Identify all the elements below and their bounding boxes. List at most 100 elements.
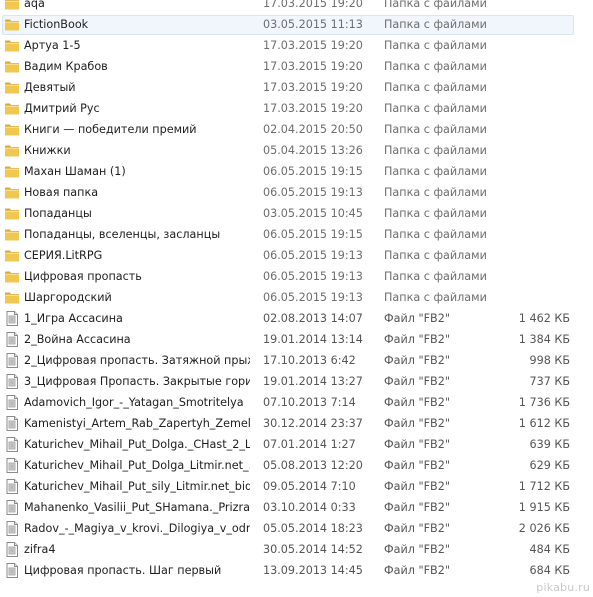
- entry-date: 17.03.2015 19:20: [263, 81, 363, 94]
- entry-type: Папка с файлами: [384, 207, 487, 220]
- file-row[interactable]: 2_Война Ассасина 19.01.2014 13:14 Файл "FB…: [0, 329, 593, 350]
- entry-date: 17.03.2015 19:20: [263, 39, 363, 52]
- folder-row[interactable]: Вадим Крабов 17.03.2015 19:20 Папка с файл…: [0, 56, 593, 77]
- entry-date: 17.03.2015 19:20: [263, 102, 363, 115]
- entry-name: Девятый: [24, 81, 76, 94]
- folder-icon: [4, 59, 20, 74]
- entry-date: 09.05.2014 7:10: [263, 480, 356, 493]
- watermark: pikabu.ru: [536, 581, 590, 594]
- entry-size: 998 КБ: [529, 354, 570, 367]
- entry-type: Файл "FB2": [384, 501, 450, 514]
- entry-size: 1 712 КБ: [518, 480, 570, 493]
- folder-icon: [4, 185, 20, 200]
- folder-row[interactable]: Книжки 05.04.2015 13:26 Папка с файлами: [0, 140, 593, 161]
- entry-name: Вадим Крабов: [24, 60, 108, 73]
- entry-name: Katurichev_Mihail_Put_Dolga_Litmir.net_.…: [24, 459, 250, 472]
- file-row[interactable]: Radov_-_Magiya_v_krovi._Dilogiya_v_odn..…: [0, 518, 593, 539]
- file-row[interactable]: Mahanenko_Vasilii_Put_SHamana._Prizra...…: [0, 497, 593, 518]
- folder-row[interactable]: Книги — победители премий 02.04.2015 20:5…: [0, 119, 593, 140]
- folder-row[interactable]: Новая папка 06.05.2015 19:13 Папка с файла…: [0, 182, 593, 203]
- entry-name: 2_Война Ассасина: [24, 333, 131, 346]
- folder-icon: [4, 248, 20, 263]
- entry-name: Цифровая пропасть. Шаг первый: [24, 564, 222, 577]
- entry-type: Папка с файлами: [384, 249, 487, 262]
- file-icon: [4, 500, 20, 515]
- entry-name: zifra4: [24, 543, 56, 556]
- entry-name: 3_Цифровая Пропасть. Закрытые гори...: [24, 375, 250, 388]
- folder-icon: [4, 269, 20, 284]
- entry-type: Файл "FB2": [384, 312, 450, 325]
- folder-icon: [4, 164, 20, 179]
- entry-name: СЕРИЯ.LitRPG: [24, 249, 103, 262]
- folder-icon: [4, 143, 20, 158]
- file-icon: [4, 542, 20, 557]
- entry-date: 05.05.2014 18:23: [263, 522, 363, 535]
- entry-date: 19.01.2014 13:27: [263, 375, 363, 388]
- folder-row[interactable]: Шаргородский 06.05.2015 19:13 Папка с файл…: [0, 287, 593, 308]
- entry-date: 17.03.2015 19:20: [263, 0, 363, 10]
- entry-date: 06.05.2015 19:13: [263, 249, 363, 262]
- entry-type: Папка с файлами: [384, 81, 487, 94]
- file-row[interactable]: Katurichev_Mihail_Put_Dolga_Litmir.net_.…: [0, 455, 593, 476]
- entry-size: 1 915 КБ: [518, 501, 570, 514]
- entry-size: 1 736 КБ: [518, 396, 570, 409]
- folder-row[interactable]: Попаданцы, вселенцы, засланцы 06.05.2015 …: [0, 224, 593, 245]
- entry-date: 17.03.2015 19:20: [263, 60, 363, 73]
- folder-row[interactable]: Махан Шаман (1) 06.05.2015 19:15 Папка с ф…: [0, 161, 593, 182]
- folder-row[interactable]: СЕРИЯ.LitRPG 06.05.2015 19:13 Папка с файл…: [0, 245, 593, 266]
- entry-size: 1 384 КБ: [518, 333, 570, 346]
- folder-row[interactable]: Девятый 17.03.2015 19:20 Папка с файлами: [0, 77, 593, 98]
- folder-row[interactable]: aqa 17.03.2015 19:20 Папка с файлами: [0, 0, 593, 14]
- entry-type: Папка с файлами: [384, 186, 487, 199]
- entry-name: aqa: [24, 0, 45, 10]
- entry-type: Файл "FB2": [384, 333, 450, 346]
- file-row[interactable]: Цифровая пропасть. Шаг первый 13.09.2013 …: [0, 560, 593, 581]
- entry-name: Книжки: [24, 144, 71, 157]
- file-list: aqa 17.03.2015 19:20 Папка с файлами Fictio…: [0, 0, 593, 581]
- folder-row[interactable]: Попаданцы 03.05.2015 10:45 Папка с файлами: [0, 203, 593, 224]
- file-row[interactable]: 2_Цифровая пропасть. Затяжной прыж... 17.…: [0, 350, 593, 371]
- entry-type: Папка с файлами: [384, 123, 487, 136]
- entry-date: 13.09.2013 14:45: [263, 564, 363, 577]
- entry-date: 06.05.2015 19:15: [263, 165, 363, 178]
- entry-type: Папка с файлами: [384, 39, 487, 52]
- entry-name: Adamovich_Igor_-_Yatagan_Smotritelya: [24, 396, 244, 409]
- entry-size: 737 КБ: [529, 375, 570, 388]
- entry-name: Артуа 1-5: [24, 39, 81, 52]
- entry-name: Radov_-_Magiya_v_krovi._Dilogiya_v_odn..…: [24, 522, 250, 535]
- file-icon: [4, 479, 20, 494]
- file-row[interactable]: Kamenistyi_Artem_Rab_Zapertyh_Zemel_... 3…: [0, 413, 593, 434]
- folder-icon: [4, 227, 20, 242]
- file-row[interactable]: Katurichev_Mihail_Put_sily_Litmir.net_bi…: [0, 476, 593, 497]
- entry-type: Файл "FB2": [384, 438, 450, 451]
- entry-size: 684 КБ: [529, 564, 570, 577]
- entry-type: Папка с файлами: [384, 60, 487, 73]
- entry-date: 02.08.2013 14:07: [263, 312, 363, 325]
- entry-name: Махан Шаман (1): [24, 165, 126, 178]
- file-icon: [4, 563, 20, 578]
- entry-name: Попаданцы, вселенцы, засланцы: [24, 228, 221, 241]
- file-row[interactable]: Adamovich_Igor_-_Yatagan_Smotritelya 07.1…: [0, 392, 593, 413]
- entry-type: Файл "FB2": [384, 396, 450, 409]
- entry-name: Katurichev_Mihail_Put_Dolga._CHast_2_L..…: [24, 438, 250, 451]
- folder-row[interactable]: Цифровая пропасть 06.05.2015 19:13 Папка с…: [0, 266, 593, 287]
- file-row[interactable]: 3_Цифровая Пропасть. Закрытые гори... 19.…: [0, 371, 593, 392]
- file-icon: [4, 332, 20, 347]
- file-row[interactable]: Katurichev_Mihail_Put_Dolga._CHast_2_L..…: [0, 434, 593, 455]
- folder-icon: [4, 80, 20, 95]
- folder-row[interactable]: Артуа 1-5 17.03.2015 19:20 Папка с файлами: [0, 35, 593, 56]
- entry-name: Шаргородский: [24, 291, 112, 304]
- file-row[interactable]: zifra4 30.05.2014 14:52 Файл "FB2" 484 КБ: [0, 539, 593, 560]
- entry-date: 17.10.2013 6:42: [263, 354, 356, 367]
- entry-type: Папка с файлами: [384, 270, 487, 283]
- folder-row[interactable]: FictionBook 03.05.2015 11:13 Папка с файла…: [0, 14, 593, 35]
- entry-type: Папка с файлами: [384, 291, 487, 304]
- folder-row[interactable]: Дмитрий Рус 17.03.2015 19:20 Папка с файла…: [0, 98, 593, 119]
- file-row[interactable]: 1_Игра Ассасина 02.08.2013 14:07 Файл "FB2…: [0, 308, 593, 329]
- entry-name: Katurichev_Mihail_Put_sily_Litmir.net_bi…: [24, 480, 250, 493]
- entry-name: 2_Цифровая пропасть. Затяжной прыж...: [24, 354, 250, 367]
- entry-size: 2 026 КБ: [518, 522, 570, 535]
- entry-name: Дмитрий Рус: [24, 102, 100, 115]
- entry-date: 30.12.2014 23:37: [263, 417, 363, 430]
- entry-size: 639 КБ: [529, 438, 570, 451]
